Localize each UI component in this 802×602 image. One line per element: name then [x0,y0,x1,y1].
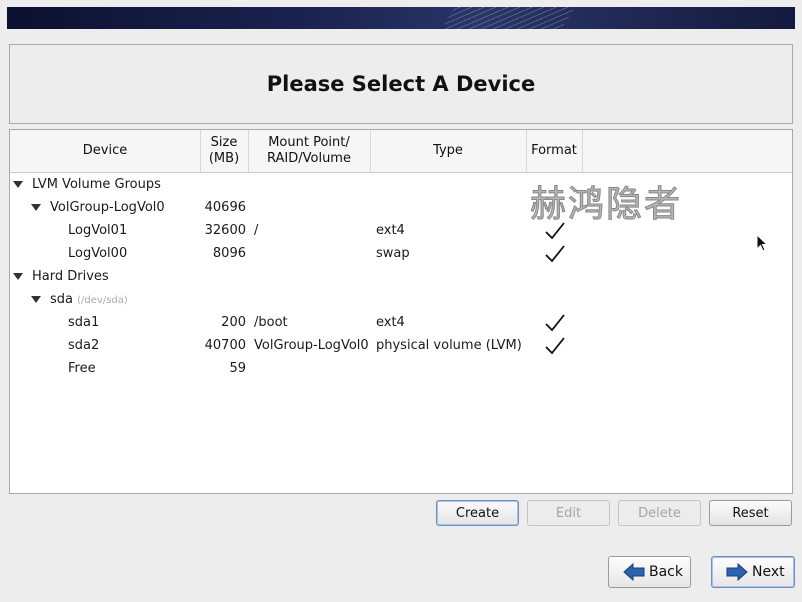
device-name: sda (/dev/sda) [50,292,128,307]
next-label: Next [752,564,785,580]
mount-point: VolGroup-LogVol0 [254,338,369,353]
device-name: LogVol01 [68,223,128,238]
expander-icon[interactable] [13,181,23,188]
expander-icon[interactable] [31,296,41,303]
device-name: sda1 [68,315,100,330]
column-size[interactable]: Size (MB) [200,130,249,172]
device-name: VolGroup-LogVol0 [50,200,165,215]
device-path: (/dev/sda) [77,295,128,306]
device-name: Hard Drives [32,269,109,284]
format-check-icon [545,314,565,332]
next-arrow-icon [726,563,748,581]
format-check-icon [545,337,565,355]
tree-row[interactable]: Free 59 [10,357,792,380]
back-button[interactable]: Back [608,556,691,588]
tree-header: Device Size (MB) Mount Point/RAID/Volume … [10,130,792,173]
reset-button[interactable]: Reset [709,500,792,526]
edit-button[interactable]: Edit [527,500,610,526]
mount-point: / [254,223,259,238]
page-title: Please Select A Device [266,72,536,96]
fs-type: swap [376,246,410,261]
create-button[interactable]: Create [436,500,519,526]
tree-row[interactable]: sda (/dev/sda) [10,288,792,311]
device-size: 32600 [204,223,246,238]
title-panel: Please Select A Device [9,44,793,124]
device-name: sda2 [68,338,100,353]
format-check-icon [545,245,565,263]
tree-row[interactable]: LogVol00 8096 swap [10,242,792,265]
column-type[interactable]: Type [370,130,527,172]
device-size: 59 [229,361,246,376]
device-name: LogVol00 [68,246,128,261]
device-size: 200 [221,315,246,330]
mount-point: /boot [254,315,288,330]
back-arrow-icon [623,563,645,581]
device-size: 40696 [204,200,246,215]
back-label: Back [649,564,683,580]
next-button[interactable]: Next [711,556,795,588]
header-banner [7,7,795,29]
expander-icon[interactable] [13,273,23,280]
mouse-cursor-icon [756,234,769,252]
column-device[interactable]: Device [10,130,201,172]
expander-icon[interactable] [31,204,41,211]
tree-row[interactable]: sda2 40700 VolGroup-LogVol0 physical vol… [10,334,792,357]
device-size: 40700 [204,338,246,353]
device-name: Free [68,361,96,376]
fs-type: physical volume (LVM) [376,338,522,353]
device-name: LVM Volume Groups [32,177,161,192]
fs-type: ext4 [376,315,405,330]
device-size: 8096 [212,246,246,261]
fs-type: ext4 [376,223,405,238]
delete-button[interactable]: Delete [618,500,701,526]
column-format[interactable]: Format [526,130,583,172]
tree-row[interactable]: sda1 200 /boot ext4 [10,311,792,334]
watermark: 赫鸿隐者 [529,184,683,226]
tree-row[interactable]: Hard Drives [10,265,792,288]
column-mount-point[interactable]: Mount Point/RAID/Volume [248,130,371,172]
